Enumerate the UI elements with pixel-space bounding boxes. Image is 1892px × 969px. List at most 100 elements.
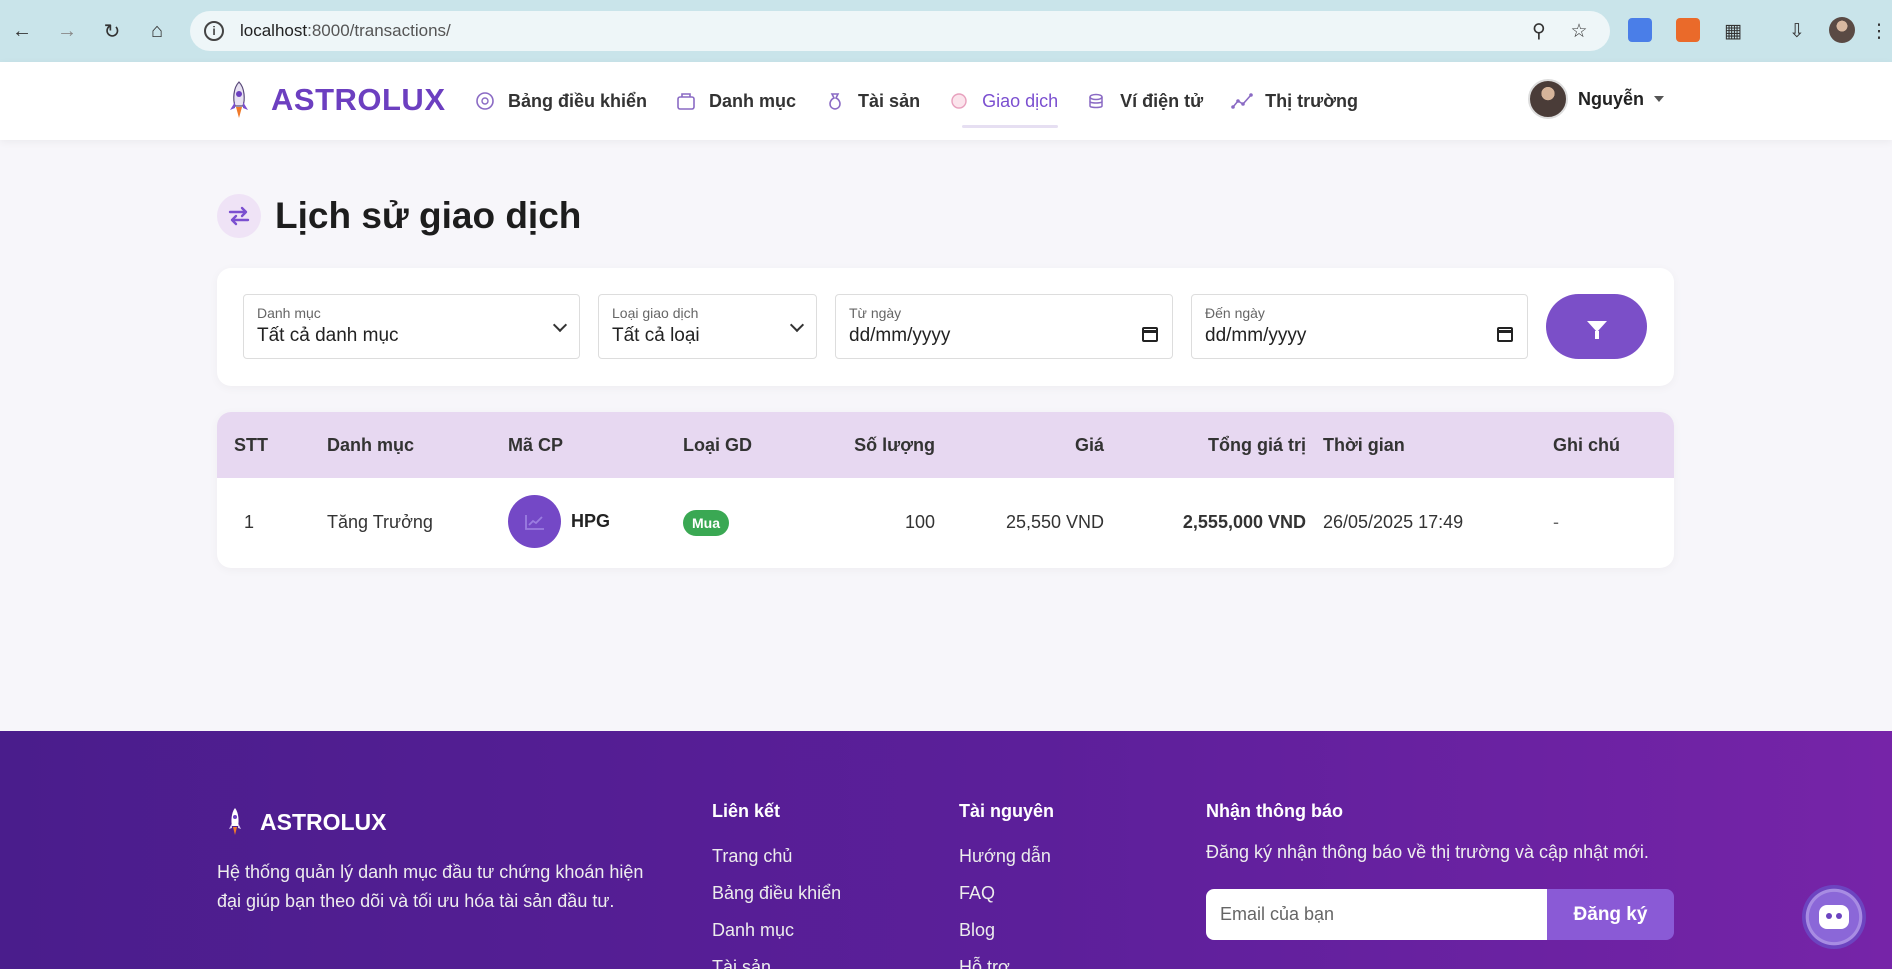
nav-wallet-label: Ví điện tử bbox=[1120, 90, 1204, 111]
calendar-icon[interactable] bbox=[1497, 327, 1513, 342]
stock-chart-icon bbox=[508, 495, 561, 548]
nav-market[interactable]: Thị trường bbox=[1231, 86, 1358, 116]
rocket-icon bbox=[229, 808, 241, 835]
newsletter-form: Email của bạn Đăng ký bbox=[1206, 889, 1674, 940]
footer-link-dashboard[interactable]: Bảng điều khiển bbox=[712, 875, 841, 912]
footer-brand[interactable]: ASTROLUX bbox=[226, 807, 387, 837]
browser-profile-avatar[interactable] bbox=[1829, 17, 1855, 43]
user-menu[interactable]: Nguyễn bbox=[1528, 79, 1665, 119]
newsletter-text: Đăng ký nhận thông báo về thị trường và … bbox=[1206, 842, 1649, 862]
nav-assets[interactable]: Tài sản bbox=[824, 86, 920, 116]
cell-price: 25,550 VND bbox=[1005, 512, 1104, 532]
newsletter-title: Nhận thông báo bbox=[1206, 801, 1343, 821]
nav-portfolio[interactable]: Danh mục bbox=[675, 86, 796, 116]
nav-wallet[interactable]: Ví điện tử bbox=[1086, 86, 1203, 116]
brand-name: ASTROLUX bbox=[271, 82, 446, 117]
column-header-note: Ghi chú bbox=[1553, 435, 1620, 455]
footer-links-column: Liên kết Trang chủ Bảng điều khiển Danh … bbox=[712, 801, 841, 969]
chatbot-icon[interactable] bbox=[1802, 885, 1866, 949]
chevron-down-icon bbox=[1654, 96, 1665, 102]
nav-transactions[interactable]: Giao dịch bbox=[948, 86, 1059, 128]
dashboard-icon bbox=[474, 90, 496, 112]
zoom-icon[interactable]: ⚲ bbox=[1526, 18, 1552, 44]
from-date-value: dd/mm/yyyy bbox=[849, 325, 951, 346]
user-name: Nguyễn bbox=[1578, 88, 1645, 109]
to-date-value: dd/mm/yyyy bbox=[1205, 325, 1307, 346]
column-header-stt: STT bbox=[234, 435, 268, 455]
footer-description: Hệ thống quản lý danh mục đầu tư chứng k… bbox=[217, 862, 644, 911]
main-nav: Bảng điều khiển Danh mục Tài sản Giao dị… bbox=[474, 86, 1386, 128]
to-date-label: Đến ngày bbox=[1205, 305, 1265, 321]
brand-logo[interactable]: ASTROLUX bbox=[225, 80, 446, 120]
rocket-icon bbox=[230, 81, 248, 118]
bookmark-star-icon[interactable]: ☆ bbox=[1566, 18, 1592, 44]
nav-market-label: Thị trường bbox=[1265, 90, 1358, 111]
from-date-input[interactable]: Từ ngày dd/mm/yyyy bbox=[835, 294, 1173, 359]
column-header-ticker: Mã CP bbox=[508, 435, 564, 455]
portfolio-icon bbox=[675, 90, 697, 112]
browser-toolbar: ← → ↻ ⌂ i localhost:8000/transactions/ ⚲… bbox=[0, 0, 1892, 62]
nav-assets-label: Tài sản bbox=[858, 90, 921, 111]
transaction-type-value: Tất cả loại bbox=[612, 325, 700, 346]
email-field[interactable]: Email của bạn bbox=[1206, 889, 1547, 940]
address-bar[interactable]: i localhost:8000/transactions/ bbox=[190, 11, 1610, 51]
page-title: Lịch sử giao dịch bbox=[275, 195, 582, 236]
filter-panel: Danh mục Tất cả danh mục Loại giao dịch … bbox=[217, 268, 1674, 386]
footer-link-support[interactable]: Hỗ trợ bbox=[959, 949, 1054, 969]
footer-links-title: Liên kết bbox=[712, 801, 781, 821]
footer: ASTROLUX Hệ thống quản lý danh mục đầu t… bbox=[0, 731, 1892, 969]
translate-extension-icon[interactable] bbox=[1628, 18, 1652, 42]
footer-resources-column: Tài nguyên Hướng dẫn FAQ Blog Hỗ trợ bbox=[959, 801, 1054, 969]
cell-time: 26/05/2025 17:49 bbox=[1323, 512, 1464, 532]
home-icon[interactable]: ⌂ bbox=[143, 17, 171, 45]
to-date-input[interactable]: Đến ngày dd/mm/yyyy bbox=[1191, 294, 1528, 359]
reload-icon[interactable]: ↻ bbox=[98, 17, 126, 45]
extension-icon[interactable] bbox=[1676, 18, 1700, 42]
cell-category: Tăng Trưởng bbox=[327, 512, 433, 532]
swap-arrows-icon bbox=[217, 194, 261, 238]
cell-ticker: HPG bbox=[571, 511, 611, 531]
footer-link-faq[interactable]: FAQ bbox=[959, 875, 1054, 912]
forward-icon[interactable]: → bbox=[53, 17, 81, 45]
chevron-down-icon bbox=[552, 317, 568, 333]
newsletter-section: Nhận thông báo Đăng ký nhận thông báo về… bbox=[1206, 801, 1649, 863]
subscribe-button[interactable]: Đăng ký bbox=[1547, 889, 1674, 940]
column-header-type: Loại GD bbox=[683, 435, 753, 455]
footer-link-portfolio[interactable]: Danh mục bbox=[712, 912, 841, 949]
cell-note: - bbox=[1553, 512, 1559, 532]
wallet-icon bbox=[1086, 90, 1108, 112]
footer-link-blog[interactable]: Blog bbox=[959, 912, 1054, 949]
category-select[interactable]: Danh mục Tất cả danh mục bbox=[243, 294, 580, 359]
transaction-type-select[interactable]: Loại giao dịch Tất cả loại bbox=[598, 294, 817, 359]
footer-link-assets[interactable]: Tài sản bbox=[712, 949, 841, 969]
extensions-puzzle-icon[interactable]: ▦ bbox=[1720, 18, 1746, 44]
market-icon bbox=[1231, 90, 1253, 112]
robot-face-icon bbox=[1819, 905, 1849, 929]
page-header: Lịch sử giao dịch bbox=[217, 194, 581, 238]
status-badge: Mua bbox=[683, 510, 729, 536]
footer-link-guide[interactable]: Hướng dẫn bbox=[959, 838, 1054, 875]
nav-portfolio-label: Danh mục bbox=[709, 90, 797, 111]
avatar bbox=[1528, 79, 1568, 119]
money-bag-icon bbox=[824, 90, 846, 112]
chevron-down-icon bbox=[789, 317, 805, 333]
nav-dashboard[interactable]: Bảng điều khiển bbox=[474, 86, 647, 116]
transaction-icon bbox=[948, 90, 970, 112]
download-icon[interactable]: ⇩ bbox=[1784, 18, 1810, 44]
column-header-price: Giá bbox=[1074, 435, 1104, 455]
filter-button[interactable] bbox=[1546, 294, 1647, 359]
funnel-icon bbox=[1586, 321, 1607, 339]
cell-stt: 1 bbox=[244, 512, 255, 532]
browser-menu-icon[interactable]: ⋮ bbox=[1866, 18, 1892, 44]
column-header-time: Thời gian bbox=[1323, 435, 1405, 455]
from-date-label: Từ ngày bbox=[849, 305, 902, 321]
back-icon[interactable]: ← bbox=[8, 17, 36, 45]
transactions-table: STT Danh mục Mã CP Loại GD Số lượng Giá … bbox=[217, 412, 1674, 568]
top-navbar: ASTROLUX Bảng điều khiển Danh mục Tài sả… bbox=[0, 62, 1892, 140]
calendar-icon[interactable] bbox=[1142, 327, 1158, 342]
footer-link-home[interactable]: Trang chủ bbox=[712, 838, 841, 875]
cell-total: 2,555,000 VND bbox=[1182, 512, 1306, 532]
site-info-icon[interactable]: i bbox=[204, 21, 224, 41]
url-text: localhost:8000/transactions/ bbox=[240, 21, 451, 40]
category-select-value: Tất cả danh mục bbox=[257, 325, 399, 346]
